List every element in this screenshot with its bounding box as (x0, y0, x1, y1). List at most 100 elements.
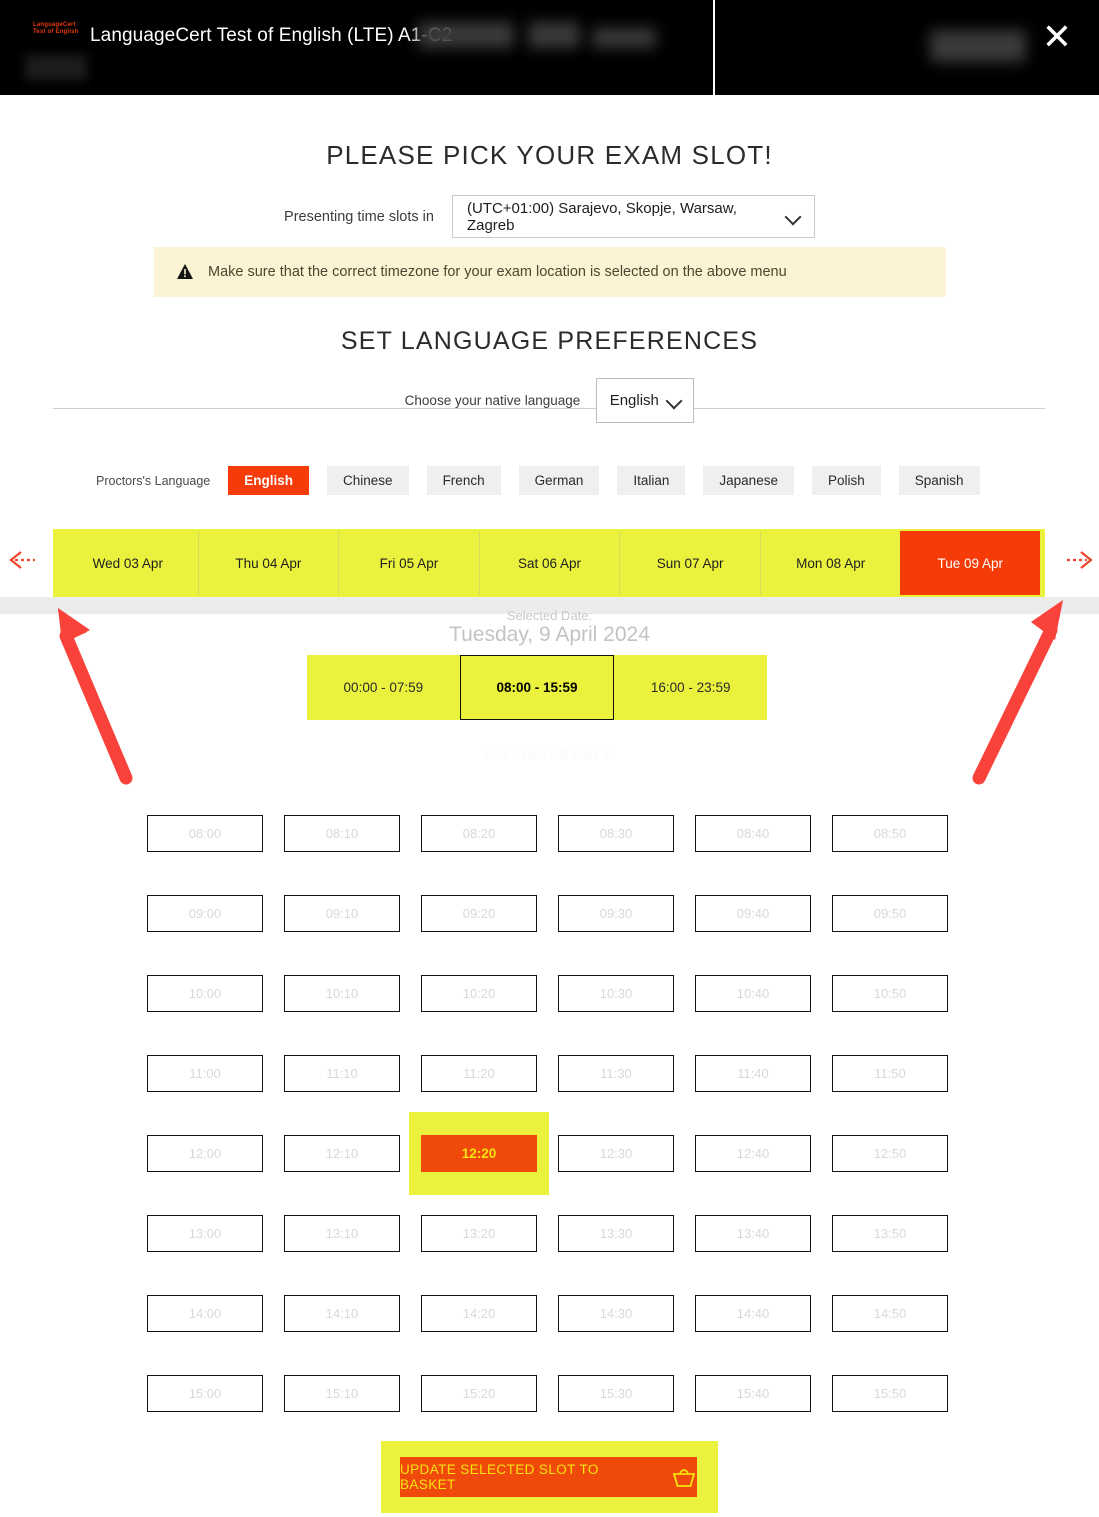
update-slot-to-basket-button[interactable]: UPDATE SELECTED SLOT TO BASKET (400, 1457, 697, 1497)
time-slot[interactable]: 14:20 (421, 1295, 537, 1332)
time-slot[interactable]: 11:30 (558, 1055, 674, 1092)
time-slot[interactable]: 08:40 (695, 815, 811, 852)
main-content: PLEASE PICK YOUR EXAM SLOT! Presenting t… (0, 95, 1099, 1513)
previous-week-arrow-icon[interactable] (6, 549, 42, 577)
date-cell-tue-09-apr[interactable]: Tue 09 Apr (900, 531, 1041, 595)
time-slot[interactable]: 15:00 (147, 1375, 263, 1412)
date-list: Wed 03 Apr Thu 04 Apr Fri 05 Apr Sat 06 … (58, 531, 1041, 595)
selected-date-label: Selected Date: (506, 608, 593, 623)
proctor-lang-french[interactable]: French (426, 466, 501, 495)
time-slot[interactable]: 10:00 (147, 975, 263, 1012)
time-slot-selected[interactable]: 12:20 (409, 1112, 549, 1195)
app-header: LanguageCert Test of English LanguageCer… (0, 0, 1099, 95)
time-slot[interactable]: 08:20 (421, 815, 537, 852)
redacted-text-1 (418, 22, 514, 48)
time-slot[interactable]: 11:50 (832, 1055, 948, 1092)
date-strip-band: Wed 03 Apr Thu 04 Apr Fri 05 Apr Sat 06 … (0, 529, 1099, 614)
time-slot[interactable]: 10:40 (695, 975, 811, 1012)
time-slot[interactable]: 11:00 (147, 1055, 263, 1092)
time-slot[interactable]: 09:40 (695, 895, 811, 932)
date-cell-sun-07-apr[interactable]: Sun 07 Apr (619, 531, 760, 595)
date-cell-wed-03-apr[interactable]: Wed 03 Apr (58, 531, 198, 595)
time-slot[interactable]: 13:10 (284, 1215, 400, 1252)
time-slot[interactable]: 13:00 (147, 1215, 263, 1252)
time-slot[interactable]: 15:50 (832, 1375, 948, 1412)
chevron-down-icon (786, 210, 800, 224)
proctor-lang-italian[interactable]: Italian (617, 466, 686, 495)
proctor-lang-english[interactable]: English (228, 466, 310, 495)
time-slot[interactable]: 12:10 (284, 1135, 400, 1172)
date-cell-thu-04-apr[interactable]: Thu 04 Apr (197, 531, 339, 595)
time-slot[interactable]: 08:10 (284, 815, 400, 852)
header-divider (713, 0, 715, 95)
time-slot[interactable]: 13:20 (421, 1215, 537, 1252)
time-slot[interactable]: 11:40 (695, 1055, 811, 1092)
time-slot[interactable]: 14:30 (558, 1295, 674, 1332)
time-slot[interactable]: 12:30 (558, 1135, 674, 1172)
section-heading-language: SET LANGUAGE PREFERENCES (340, 327, 759, 355)
period-tab-daytime[interactable]: 08:00 - 15:59 (459, 655, 615, 720)
timezone-select[interactable]: (UTC+01:00) Sarajevo, Skopje, Warsaw, Za… (451, 195, 815, 238)
time-slot[interactable]: 13:50 (832, 1215, 948, 1252)
time-slot[interactable]: 09:50 (832, 895, 948, 932)
time-slot[interactable]: 14:50 (832, 1295, 948, 1332)
proctor-language-label: Proctors's Language (96, 473, 211, 488)
time-slot[interactable]: 12:40 (695, 1135, 811, 1172)
period-tab-evening[interactable]: 16:00 - 23:59 (614, 655, 767, 720)
time-slot[interactable]: 14:00 (147, 1295, 263, 1332)
chevron-down-icon (667, 394, 681, 408)
time-slot[interactable]: 08:00 (147, 815, 263, 852)
time-slot[interactable]: 12:00 (147, 1135, 263, 1172)
time-slot[interactable]: 12:50 (832, 1135, 948, 1172)
logo-line-2: Test of English (33, 29, 79, 35)
date-cell-sat-06-apr[interactable]: Sat 06 Apr (478, 531, 620, 595)
time-slot[interactable]: 15:10 (284, 1375, 400, 1412)
native-language-row: Choose your native language English (0, 378, 1099, 423)
start-at-label: Your exam will start at: (481, 747, 618, 762)
time-slot[interactable]: 08:50 (832, 815, 948, 852)
time-slot[interactable]: 15:30 (558, 1375, 674, 1412)
time-slot[interactable]: 14:40 (695, 1295, 811, 1332)
proctor-lang-polish[interactable]: Polish (811, 466, 881, 495)
time-slot[interactable]: 09:10 (284, 895, 400, 932)
selected-slot-value: 12:20 (421, 1135, 537, 1172)
time-slot[interactable]: 10:10 (284, 975, 400, 1012)
redacted-logo-region (25, 55, 87, 80)
proctor-lang-german[interactable]: German (518, 466, 600, 495)
time-slot[interactable]: 13:40 (695, 1215, 811, 1252)
time-slot[interactable]: 15:40 (695, 1375, 811, 1412)
time-slot[interactable]: 10:50 (832, 975, 948, 1012)
timezone-selected-value: (UTC+01:00) Sarajevo, Skopje, Warsaw, Za… (466, 199, 737, 234)
native-language-label: Choose your native language (404, 393, 581, 408)
proctor-lang-japanese[interactable]: Japanese (703, 466, 794, 495)
period-tab-morning-early[interactable]: 00:00 - 07:59 (307, 655, 460, 720)
time-slot[interactable]: 08:30 (558, 815, 674, 852)
section-heading-pick-slot: PLEASE PICK YOUR EXAM SLOT! (326, 140, 773, 170)
proctor-lang-chinese[interactable]: Chinese (327, 466, 409, 495)
time-slot[interactable]: 15:20 (421, 1375, 537, 1412)
native-language-value: English (609, 392, 659, 409)
redacted-text-3 (592, 28, 656, 48)
time-slot[interactable]: 11:10 (284, 1055, 400, 1092)
time-slot[interactable]: 11:20 (421, 1055, 537, 1092)
time-slot[interactable]: 13:30 (558, 1215, 674, 1252)
time-slot[interactable]: 14:10 (284, 1295, 400, 1332)
timezone-row: Presenting time slots in (UTC+01:00) Sar… (0, 195, 1099, 238)
close-icon[interactable]: ✕ (1037, 17, 1077, 57)
time-slot[interactable]: 10:20 (421, 975, 537, 1012)
time-slot[interactable]: 09:00 (147, 895, 263, 932)
logo-line-1: LanguageCert (33, 22, 76, 28)
date-cell-mon-08-apr[interactable]: Mon 08 Apr (759, 531, 901, 595)
proctor-lang-spanish[interactable]: Spanish (898, 466, 980, 495)
timezone-warning-banner: Make sure that the correct timezone for … (154, 247, 946, 297)
redacted-text-2 (528, 22, 580, 48)
time-slot[interactable]: 10:30 (558, 975, 674, 1012)
time-slot[interactable]: 09:30 (558, 895, 674, 932)
basket-button-label: UPDATE SELECTED SLOT TO BASKET (400, 1462, 599, 1492)
time-slot-grid: 08:00 08:10 08:20 08:30 08:40 08:50 09:0… (147, 815, 959, 1412)
native-language-select[interactable]: English (596, 378, 695, 423)
time-slot[interactable]: 09:20 (421, 895, 537, 932)
date-cell-fri-05-apr[interactable]: Fri 05 Apr (338, 531, 479, 595)
exam-slot-picker-page: LanguageCert Test of English LanguageCer… (0, 0, 1099, 1517)
next-week-arrow-icon[interactable] (1060, 549, 1096, 577)
